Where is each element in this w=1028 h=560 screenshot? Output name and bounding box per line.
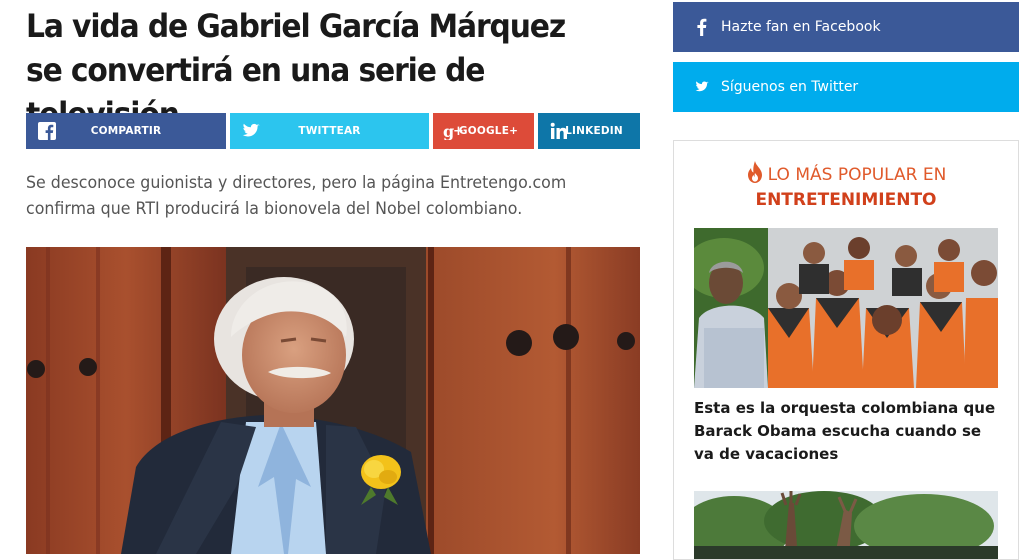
share-linkedin-button[interactable]: LINKEDIN [538,113,640,149]
story-title-link[interactable]: Esta es la orquesta colombiana que Barac… [694,397,998,466]
twitter-follow-label: Síguenos en Twitter [721,79,859,95]
twitter-icon [695,81,709,92]
share-googleplus-button[interactable]: g + GOOGLE+ [433,113,534,149]
facebook-icon [697,18,707,36]
story-thumbnail[interactable] [694,228,998,388]
story-thumbnail[interactable] [694,491,998,559]
facebook-fan-label: Hazte fan en Facebook [721,19,881,35]
facebook-icon [38,122,56,140]
share-facebook-button[interactable]: COMPARTIR [26,113,226,149]
twitter-icon [242,123,260,137]
popular-heading-line1: LO MÁS POPULAR EN [767,165,947,185]
linkedin-icon [550,122,567,139]
google-plus-icon: g + [443,122,464,140]
twitter-follow-button[interactable]: Síguenos en Twitter [673,62,1019,112]
share-facebook-label: COMPARTIR [90,125,162,137]
article-main-photo [26,247,640,554]
popular-heading: LO MÁS POPULAR EN ENTRETENIMIENTO [674,161,1018,212]
flame-icon [747,161,762,183]
popular-widget: LO MÁS POPULAR EN ENTRETENIMIENTO Esta e… [673,140,1019,560]
popular-heading-line2: ENTRETENIMIENTO [755,190,937,210]
share-buttons: COMPARTIR TWITTEAR g + GOOGLE+ LINKEDIN [26,113,640,149]
facebook-fan-button[interactable]: Hazte fan en Facebook [673,2,1019,52]
share-twitter-button[interactable]: TWITTEAR [230,113,429,149]
svg-text:+: + [453,124,464,139]
article-dek: Se desconoce guionista y directores, per… [26,173,567,219]
